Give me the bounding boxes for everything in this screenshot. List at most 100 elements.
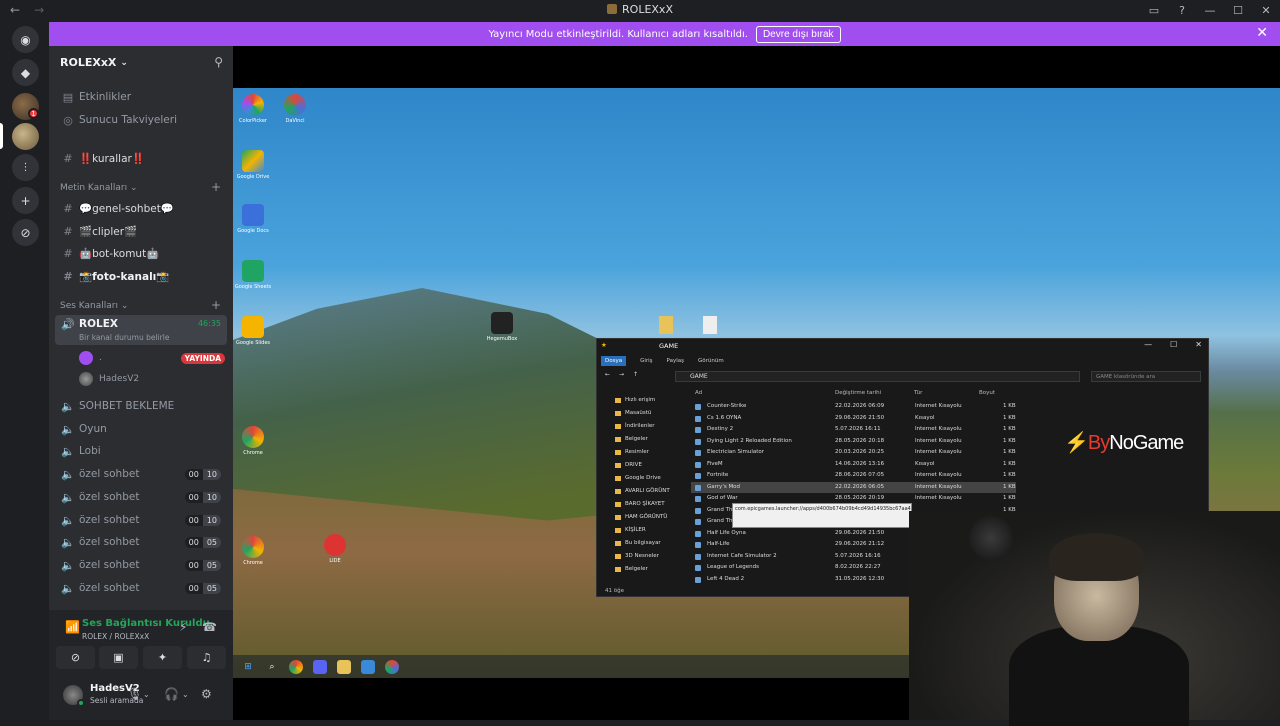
- category-text-channels[interactable]: Metin Kanalları ⌄: [60, 183, 138, 193]
- voice-channel[interactable]: 🔈 özel sohbet 00 10: [55, 510, 227, 530]
- title-bar: ← → ROLEXxX ▭ ? — ☐ ✕: [0, 0, 1280, 21]
- noise-suppression-icon[interactable]: ⚡: [179, 620, 187, 634]
- app-icon: [361, 659, 375, 674]
- shortcut-icon: [695, 530, 701, 537]
- nav-boosts[interactable]: ◎ Sunucu Takviyeleri: [55, 110, 227, 130]
- add-channel-icon[interactable]: +: [211, 180, 221, 194]
- user-limit: 00 10: [184, 491, 221, 503]
- speaker-icon: 🔈: [61, 558, 75, 572]
- voice-channel[interactable]: 🔈 özel sohbet 00 05: [55, 578, 227, 598]
- file-size: 1 KB: [1003, 437, 1016, 444]
- user-max: 05: [202, 559, 221, 571]
- nav-pane-item: DRIVE: [597, 459, 687, 472]
- file-date: 29.06.2026 21:12: [835, 541, 885, 547]
- minimize-icon: —: [1144, 340, 1153, 349]
- voice-connection-panel: 📶 Ses Bağlantısı Kuruldu ROLEX / ROLEXxX…: [49, 610, 233, 720]
- folder-icon: [337, 659, 351, 674]
- file-type: Internet Kısayolu: [915, 449, 962, 455]
- add-server-icon[interactable]: +: [12, 187, 39, 214]
- voice-channel[interactable]: 🔈 Lobi: [55, 441, 227, 461]
- help-icon[interactable]: ?: [1168, 0, 1196, 21]
- signal-icon[interactable]: 📶: [65, 620, 80, 634]
- avatar: [79, 372, 93, 386]
- desktop-icon-label: Google Slides: [235, 340, 271, 346]
- column-type: Tür: [914, 390, 923, 396]
- channel-clipler[interactable]: # 🎬clipler🎬: [55, 221, 227, 241]
- more-icon[interactable]: ⋮: [12, 154, 39, 181]
- search-field: GAME klasöründe ara: [1091, 371, 1201, 382]
- channel-bot-komut[interactable]: # 🤖bot-komut🤖: [55, 243, 227, 263]
- category-voice-channels[interactable]: Ses Kanalları ⌄: [60, 301, 128, 311]
- disable-streamer-mode-button[interactable]: Devre dışı bırak: [755, 25, 841, 43]
- add-voice-channel-icon[interactable]: +: [211, 298, 221, 312]
- chevron-down-icon[interactable]: ⌄: [182, 690, 189, 699]
- nav-pane-item: Bu bilgisayar: [597, 537, 687, 550]
- server-name: ROLEXxX: [60, 56, 117, 69]
- user-limit: 00 10: [184, 468, 221, 480]
- voice-channel[interactable]: 🔈 özel sohbet 00 10: [55, 487, 227, 507]
- invite-user-icon[interactable]: ⚲: [214, 55, 223, 69]
- nav-pane-item: Belgeler: [597, 563, 687, 576]
- file-size: 1 KB: [1003, 414, 1016, 421]
- speaker-icon: 🔈: [61, 581, 75, 595]
- user-max: 05: [202, 582, 221, 594]
- settings-gear-icon[interactable]: ⚙: [201, 687, 212, 701]
- file-type: Kısayol: [915, 414, 935, 421]
- voice-channel[interactable]: 🔈 SOHBET BEKLEME: [55, 396, 227, 416]
- channel-label: 📸foto-kanalı📸: [79, 270, 170, 283]
- voice-user-hadesv2[interactable]: HadesV2: [79, 372, 139, 386]
- close-icon[interactable]: ✕: [1256, 25, 1268, 41]
- channel-status-prompt[interactable]: Bir kanal durumu belirle: [79, 333, 169, 342]
- voice-channel-label: özel sohbet: [79, 514, 140, 526]
- soundboard-button[interactable]: ♫: [187, 646, 226, 669]
- close-icon: ✕: [1195, 340, 1202, 349]
- disconnect-icon[interactable]: ☎: [202, 620, 217, 634]
- shortcut-icon: [695, 415, 701, 422]
- file-row: Counter-Strike 22.02.2026 06:09 Internet K…: [691, 401, 1016, 413]
- up-arrow-icon: ↑: [633, 371, 639, 378]
- channel-rules[interactable]: # ‼️kurallar‼️: [55, 148, 227, 168]
- file-type: Kısayol: [915, 460, 935, 467]
- shortcut-icon: [695, 542, 701, 548]
- channel-genel-sohbet[interactable]: # 💬genel-sohbet💬: [55, 198, 227, 218]
- banner-text: Yayıncı Modu etkinleştirildi. Kullanıcı …: [488, 28, 748, 40]
- voice-channel[interactable]: 🔈 Oyun: [55, 419, 227, 439]
- server-icon: [607, 4, 618, 14]
- headphones-icon[interactable]: 🎧: [164, 687, 179, 701]
- chevron-down-icon[interactable]: ⌄: [143, 690, 150, 699]
- user-limit: 00 10: [184, 514, 221, 526]
- voice-timer: 46:35: [197, 319, 221, 328]
- nav-events[interactable]: ▤ Etkinlikler: [55, 87, 227, 107]
- voice-channel[interactable]: 🔈 özel sohbet 00 05: [55, 555, 227, 575]
- server-icon-rolexxx[interactable]: [12, 123, 39, 150]
- watermark-rest: NoGame: [1109, 432, 1184, 454]
- camera-off-button[interactable]: ⊘: [56, 646, 95, 669]
- voice-channel-rolex[interactable]: 🔊 ROLEX 46:35 Bir kanal durumu belirle: [55, 315, 227, 345]
- explore-icon[interactable]: ⊘: [12, 219, 39, 246]
- shortcut-icon: [695, 473, 701, 479]
- voice-location: ROLEX / ROLEXxX: [82, 632, 150, 641]
- discord-home-icon[interactable]: ◉: [12, 26, 39, 53]
- voice-status: Ses Bağlantısı Kuruldu: [82, 618, 210, 629]
- app-icon: [284, 94, 306, 116]
- voice-channel[interactable]: 🔈 özel sohbet 00 05: [55, 532, 227, 552]
- server-header[interactable]: ROLEXxX ⌄ ⚲: [49, 46, 233, 79]
- boost-icon: ◎: [63, 113, 73, 127]
- nitro-icon[interactable]: ◆: [12, 59, 39, 86]
- close-button[interactable]: ✕: [1252, 0, 1280, 21]
- channel-foto-kanali[interactable]: # 📸foto-kanalı📸: [55, 266, 227, 286]
- activities-button[interactable]: ✦: [143, 646, 182, 669]
- voice-channel-label: özel sohbet: [79, 468, 140, 480]
- discord-icon: [313, 659, 327, 674]
- minimize-button[interactable]: —: [1196, 0, 1224, 21]
- shortcut-icon: [695, 576, 701, 583]
- file-date: 29.06.2026 21:50: [835, 414, 885, 421]
- desktop-icon: Google Docs: [223, 204, 283, 234]
- microphone-icon[interactable]: 🎙: [127, 687, 142, 701]
- maximize-button[interactable]: ☐: [1224, 0, 1252, 21]
- streamed-taskbar: ⊞ ⌕: [233, 655, 909, 678]
- screen-share-button[interactable]: ▣: [99, 646, 138, 669]
- voice-user-streamer[interactable]: .: [79, 351, 102, 365]
- inbox-icon[interactable]: ▭: [1140, 0, 1168, 21]
- voice-channel[interactable]: 🔈 özel sohbet 00 10: [55, 464, 227, 484]
